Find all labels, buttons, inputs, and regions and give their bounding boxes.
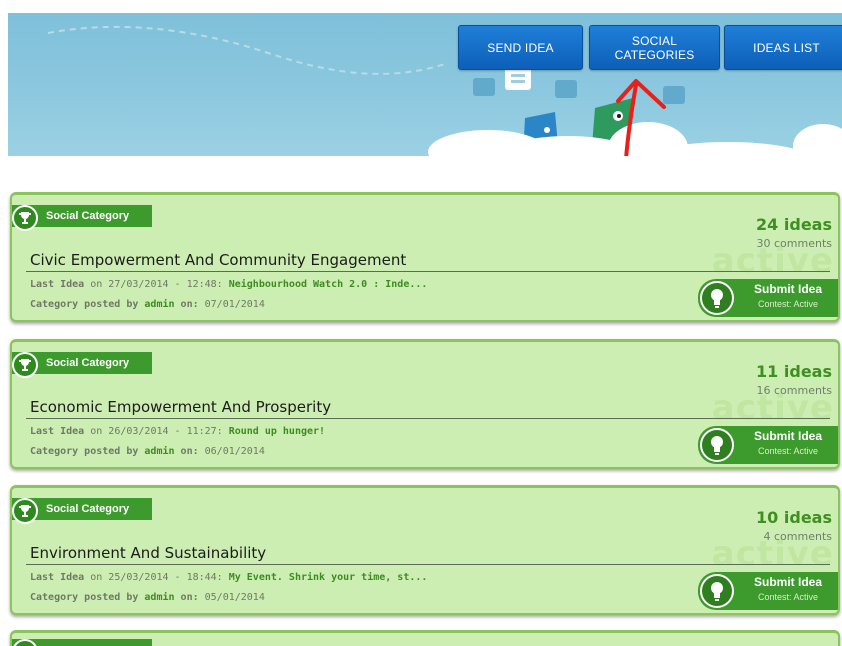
last-idea-line: Last Idea on 26/03/2014 - 11:27: Round u… bbox=[30, 426, 325, 437]
last-idea-link[interactable]: Round up hunger! bbox=[229, 426, 325, 437]
nav-send-idea-button[interactable]: SEND IDEA bbox=[458, 25, 583, 70]
category-title[interactable]: Environment And Sustainability bbox=[30, 544, 266, 562]
lightbulb-icon bbox=[700, 281, 734, 315]
last-idea-prefix: Last Idea bbox=[30, 279, 85, 290]
last-idea-line: Last Idea on 25/03/2014 - 18:44: My Even… bbox=[30, 572, 427, 583]
title-divider bbox=[26, 564, 830, 565]
trophy-icon bbox=[12, 352, 38, 378]
trophy-icon bbox=[12, 639, 38, 646]
submit-label: Submit Idea bbox=[753, 429, 822, 443]
trophy-icon bbox=[12, 498, 38, 524]
on-word: on bbox=[90, 572, 103, 583]
category-card: Social Category active 10 ideas 4 commen… bbox=[10, 485, 840, 615]
category-title[interactable]: Civic Empowerment And Community Engageme… bbox=[30, 251, 406, 269]
last-idea-line: Last Idea on 27/03/2014 - 12:48: Neighbo… bbox=[30, 279, 427, 290]
comment-count: 16 comments bbox=[756, 384, 833, 397]
category-title[interactable]: Economic Empowerment And Prosperity bbox=[30, 398, 331, 416]
red-arrow-annotation bbox=[616, 79, 666, 156]
submit-idea-button[interactable]: Submit Idea Contest: Active bbox=[698, 279, 838, 317]
badge-label: Social Category bbox=[46, 357, 130, 369]
last-idea-link[interactable]: My Event. Shrink your time, st... bbox=[229, 572, 428, 583]
posted-by-line: Category posted by admin on: 07/01/2014 bbox=[30, 299, 265, 310]
category-card: Social Category active 24 ideas 30 comme… bbox=[10, 192, 840, 322]
nav-ideas-list-button[interactable]: IDEAS LIST bbox=[724, 25, 842, 70]
on-word: on bbox=[90, 426, 103, 437]
social-category-badge: Social Category bbox=[12, 498, 152, 524]
lightbulb-icon bbox=[700, 428, 734, 462]
contest-status: Contest: Active bbox=[757, 592, 819, 602]
clouds-decoration bbox=[428, 122, 842, 156]
last-idea-link[interactable]: Neighbourhood Watch 2.0 : Inde... bbox=[229, 279, 428, 290]
posted-date: 06/01/2014 bbox=[204, 446, 265, 457]
last-idea-date: 27/03/2014 - 12:48: bbox=[108, 279, 223, 290]
nav-social-categories-button[interactable]: SOCIAL CATEGORIES bbox=[589, 25, 720, 70]
posted-by-line: Category posted by admin on: 05/01/2014 bbox=[30, 592, 265, 603]
last-idea-prefix: Last Idea bbox=[30, 426, 85, 437]
comment-count: 30 comments bbox=[756, 237, 833, 250]
author-link[interactable]: admin bbox=[144, 299, 174, 310]
posted-on-label: on: bbox=[180, 299, 199, 310]
posted-on-label: on: bbox=[180, 592, 199, 603]
posted-date: 05/01/2014 bbox=[204, 592, 265, 603]
social-category-badge bbox=[12, 639, 152, 646]
category-card: Social Category active 11 ideas 16 comme… bbox=[10, 339, 840, 469]
posted-date: 07/01/2014 bbox=[204, 299, 265, 310]
comment-count: 4 comments bbox=[763, 530, 833, 543]
submit-label: Submit Idea bbox=[753, 282, 822, 296]
author-link[interactable]: admin bbox=[144, 592, 174, 603]
author-link[interactable]: admin bbox=[144, 446, 174, 457]
submit-idea-button[interactable]: Submit Idea Contest: Active bbox=[698, 572, 838, 610]
idea-count: 11 ideas bbox=[756, 362, 832, 381]
contest-status: Contest: Active bbox=[757, 446, 819, 456]
posted-by-line: Category posted by admin on: 06/01/2014 bbox=[30, 446, 265, 457]
posted-prefix: Category posted by bbox=[30, 299, 139, 310]
idea-count: 24 ideas bbox=[756, 215, 832, 234]
idea-count: 10 ideas bbox=[756, 508, 832, 527]
submit-label: Submit Idea bbox=[753, 575, 822, 589]
posted-prefix: Category posted by bbox=[30, 592, 139, 603]
lightbulb-icon bbox=[700, 574, 734, 608]
badge-label: Social Category bbox=[46, 503, 130, 515]
posted-on-label: on: bbox=[180, 446, 199, 457]
last-idea-date: 26/03/2014 - 11:27: bbox=[108, 426, 223, 437]
category-card-partial bbox=[10, 630, 840, 646]
badge-label: Social Category bbox=[46, 210, 130, 222]
social-category-badge: Social Category bbox=[12, 352, 152, 378]
contest-status: Contest: Active bbox=[757, 299, 819, 309]
title-divider bbox=[26, 418, 830, 419]
last-idea-date: 25/03/2014 - 18:44: bbox=[108, 572, 223, 583]
submit-idea-button[interactable]: Submit Idea Contest: Active bbox=[698, 426, 838, 464]
last-idea-prefix: Last Idea bbox=[30, 572, 85, 583]
social-category-badge: Social Category bbox=[12, 205, 152, 231]
trophy-icon bbox=[12, 205, 38, 231]
title-divider bbox=[26, 271, 830, 272]
posted-prefix: Category posted by bbox=[30, 446, 139, 457]
on-word: on bbox=[90, 279, 103, 290]
header-banner: SEND IDEA SOCIAL CATEGORIES IDEAS LIST bbox=[8, 13, 842, 156]
